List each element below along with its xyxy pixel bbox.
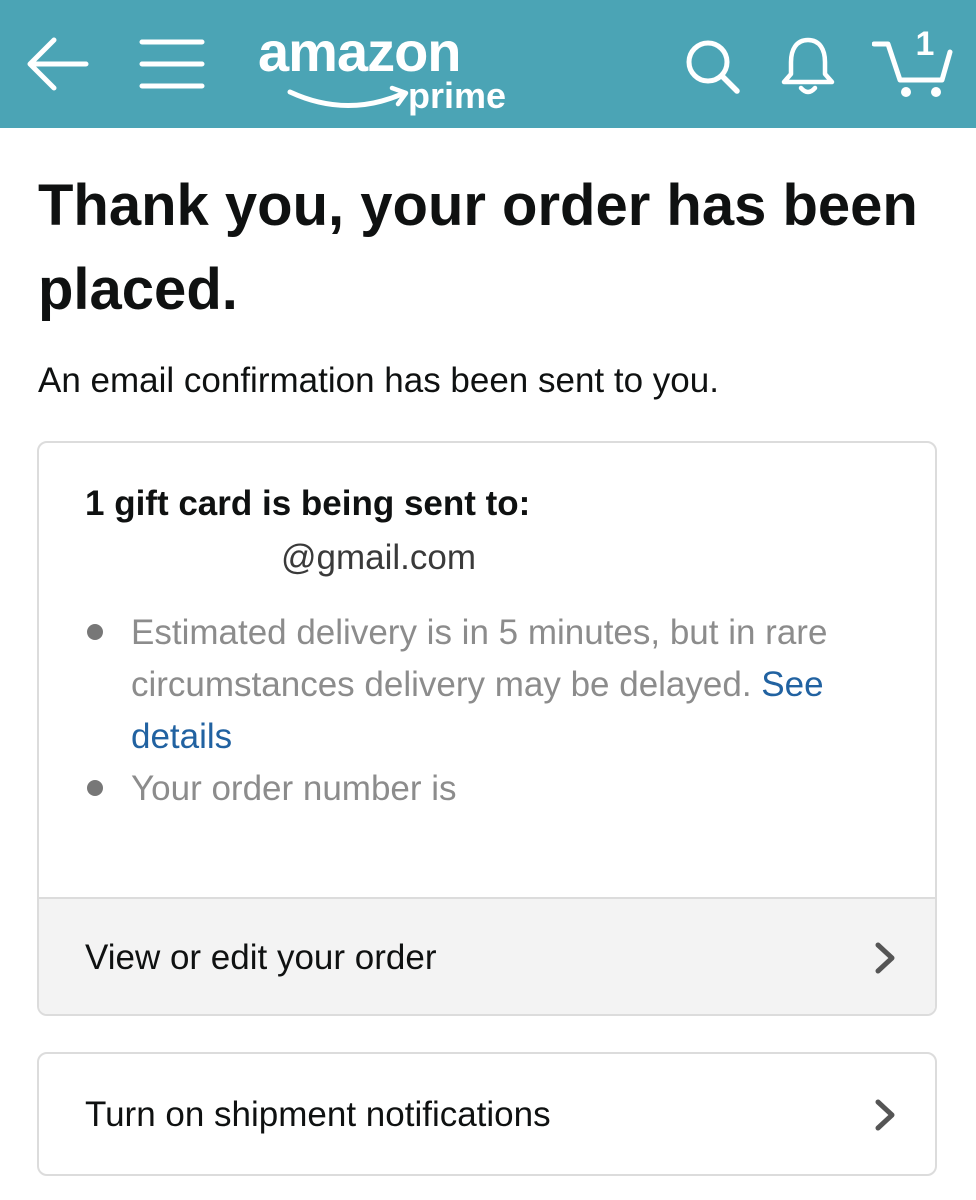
- confirmation-subtitle: An email confirmation has been sent to y…: [38, 361, 719, 400]
- menu-icon[interactable]: [138, 36, 206, 92]
- amazon-prime-logo[interactable]: amazon prime: [258, 20, 528, 116]
- logo-smile-icon: [287, 85, 409, 108]
- page-title: Thank you, your order has been placed.: [38, 173, 918, 322]
- cart-button[interactable]: 1: [872, 25, 954, 100]
- recipient-email: @gmail.com: [281, 538, 477, 577]
- delivery-estimate-text: Estimated delivery is in 5 minutes, but …: [131, 613, 828, 704]
- view-edit-order-label: View or edit your order: [85, 938, 437, 977]
- view-edit-order-row[interactable]: View or edit your order: [39, 897, 935, 1014]
- delivery-estimate-item: Estimated delivery is in 5 minutes, but …: [85, 607, 905, 763]
- chevron-right-icon: [875, 1099, 895, 1131]
- bullet-dot-icon: [87, 780, 103, 796]
- gift-card-summary-card: 1 gift card is being sent to: @gmail.com…: [37, 441, 937, 1016]
- search-icon[interactable]: [684, 38, 742, 96]
- shipment-notifications-label: Turn on shipment notifications: [85, 1095, 551, 1134]
- chevron-right-icon: [875, 942, 895, 974]
- logo-prime-text: prime: [408, 75, 507, 116]
- shipment-notifications-row[interactable]: Turn on shipment notifications: [37, 1052, 937, 1176]
- cart-count-badge: 1: [915, 25, 935, 63]
- order-number-text: Your order number is: [131, 769, 457, 808]
- bell-icon[interactable]: [778, 34, 838, 96]
- order-details-list: Estimated delivery is in 5 minutes, but …: [85, 607, 905, 815]
- top-navigation-bar: amazon prime 1: [0, 0, 976, 128]
- bullet-dot-icon: [87, 624, 103, 640]
- order-number-item: Your order number is: [85, 763, 905, 815]
- back-arrow-icon[interactable]: [24, 34, 90, 94]
- gift-card-heading: 1 gift card is being sent to:: [85, 484, 531, 523]
